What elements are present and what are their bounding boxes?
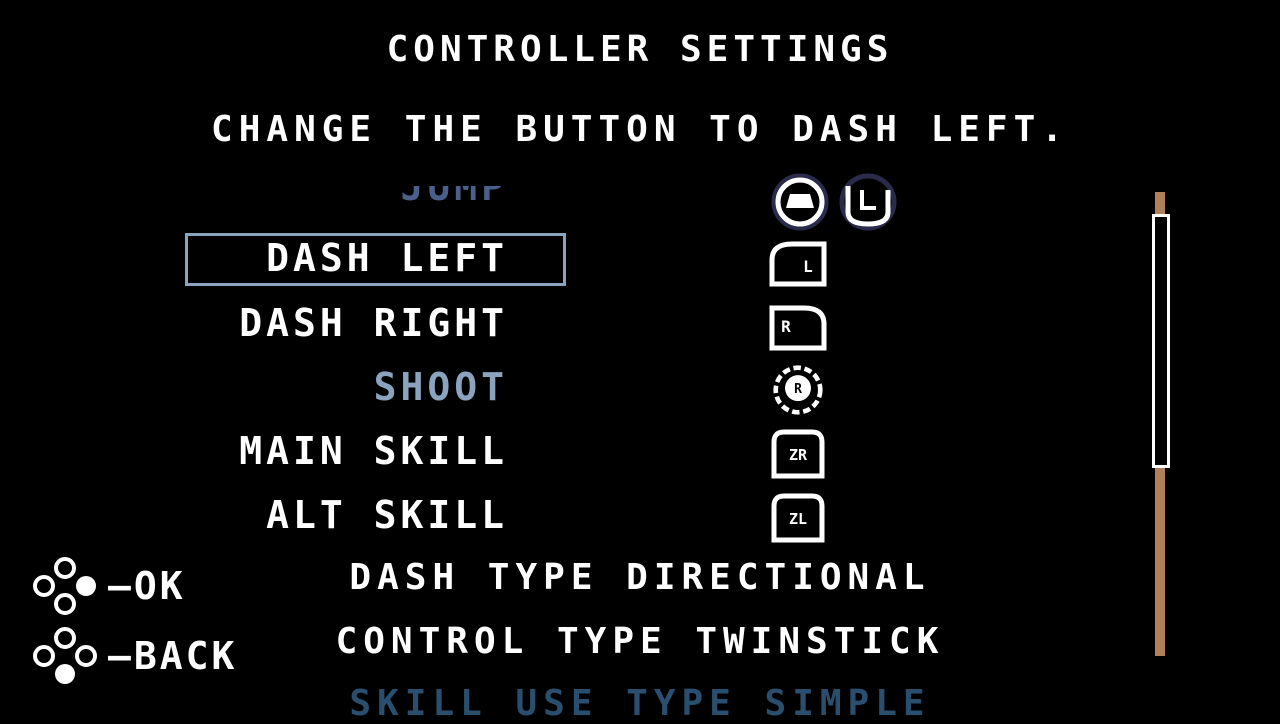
action-row-dash-left[interactable]: DASH LEFT xyxy=(266,239,508,277)
scrollbar-thumb[interactable] xyxy=(1152,214,1170,468)
zl-trigger-icon: ZL xyxy=(768,492,828,544)
action-row-jump[interactable]: JUMP xyxy=(400,186,508,208)
action-row-main-skill[interactable]: MAIN SKILL xyxy=(239,432,508,470)
action-row-shoot[interactable]: SHOOT xyxy=(374,368,508,406)
ok-hint: —OK xyxy=(30,556,186,616)
page-title: CONTROLLER SETTINGS xyxy=(386,29,894,70)
option-skill-use-type[interactable]: SKILL USE TYPE SIMPLE xyxy=(0,686,1280,722)
a-button-and-l-icon xyxy=(770,172,900,232)
instruction-prompt: CHANGE THE BUTTON TO DASH LEFT. xyxy=(211,109,1069,150)
svg-text:L: L xyxy=(803,257,813,276)
face-buttons-bottom-icon xyxy=(33,627,97,684)
action-row-alt-skill[interactable]: ALT SKILL xyxy=(266,496,508,534)
r-shoulder-icon: R xyxy=(768,302,828,354)
svg-text:ZR: ZR xyxy=(789,446,808,464)
svg-text:R: R xyxy=(781,317,791,336)
zr-trigger-icon: ZR xyxy=(768,428,828,480)
l-shoulder-icon: L xyxy=(768,238,828,290)
svg-text:ZL: ZL xyxy=(789,510,807,528)
back-hint: —BACK xyxy=(30,626,237,686)
back-hint-label: —BACK xyxy=(108,634,238,678)
face-buttons-right-icon xyxy=(33,557,96,615)
r-stick-icon: R xyxy=(768,364,828,416)
svg-text:R: R xyxy=(794,382,802,397)
option-dash-type[interactable]: DASH TYPE DIRECTIONAL xyxy=(0,560,1280,596)
ok-hint-label: —OK xyxy=(108,564,186,608)
action-row-dash-right[interactable]: DASH RIGHT xyxy=(239,304,508,342)
